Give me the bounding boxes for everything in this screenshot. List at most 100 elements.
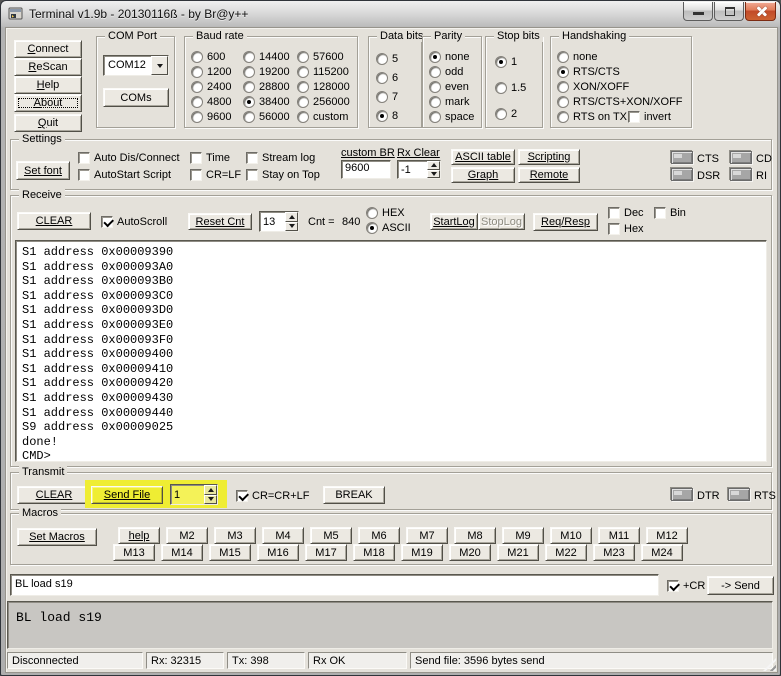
handshake-rts-on-tx-option[interactable]: RTS on TX: [557, 110, 627, 124]
parity-space-option[interactable]: space: [429, 110, 474, 124]
databits-8-option[interactable]: 8: [376, 109, 398, 123]
set-font-button[interactable]: Set font: [16, 161, 70, 180]
macro-button-m11[interactable]: M11: [598, 527, 640, 544]
time-checkbox[interactable]: Time: [190, 151, 230, 165]
parity-even-option[interactable]: even: [429, 80, 469, 94]
macro-button-m5[interactable]: M5: [310, 527, 352, 544]
macro-button-m8[interactable]: M8: [454, 527, 496, 544]
baud-custom-option[interactable]: custom: [297, 110, 348, 124]
send-count-input[interactable]: [171, 485, 204, 504]
connect-button[interactable]: Connect: [14, 40, 82, 58]
spin-down-icon[interactable]: [285, 221, 298, 231]
macro-button-m18[interactable]: M18: [353, 544, 395, 561]
macro-button-m13[interactable]: M13: [113, 544, 155, 561]
macro-button-m17[interactable]: M17: [305, 544, 347, 561]
stopbits-1-option[interactable]: 1: [495, 55, 517, 69]
transmit-clear-button[interactable]: CLEAR: [17, 486, 91, 504]
macro-button-m15[interactable]: M15: [209, 544, 251, 561]
req-resp-button[interactable]: Req/Resp: [533, 213, 598, 231]
command-field[interactable]: [10, 574, 659, 596]
receive-terminal[interactable]: S1 address 0x00009390 S1 address 0x00009…: [15, 240, 767, 462]
restore-button[interactable]: [714, 2, 744, 21]
baud-9600-option[interactable]: 9600: [191, 110, 231, 124]
command-input[interactable]: [11, 575, 658, 593]
macro-button-m6[interactable]: M6: [358, 527, 400, 544]
auto-disconnect-checkbox[interactable]: Auto Dis/Connect: [78, 151, 180, 165]
close-button[interactable]: [745, 2, 776, 21]
send-command-button[interactable]: -> Send: [707, 576, 774, 595]
ascii-mode-option[interactable]: ASCII: [366, 221, 411, 235]
autostart-script-checkbox[interactable]: AutoStart Script: [78, 168, 171, 182]
spin-up-icon[interactable]: [285, 212, 298, 222]
macro-button-m3[interactable]: M3: [214, 527, 256, 544]
remote-button[interactable]: Remote: [518, 167, 580, 183]
parity-odd-option[interactable]: odd: [429, 65, 463, 79]
baud-38400-option[interactable]: 38400: [243, 95, 290, 109]
stoplog-button[interactable]: StopLog: [478, 213, 525, 230]
macro-button-m4[interactable]: M4: [262, 527, 304, 544]
custom-br-input[interactable]: [342, 161, 390, 175]
hex-mode-option[interactable]: HEX: [366, 206, 405, 220]
coms-button[interactable]: COMs: [103, 88, 169, 107]
handshake-rtscts-option[interactable]: RTS/CTS: [557, 65, 620, 79]
handshake-xonxoff-option[interactable]: XON/XOFF: [557, 80, 629, 94]
baud-115200-option[interactable]: 115200: [297, 65, 349, 79]
macro-button-m20[interactable]: M20: [449, 544, 491, 561]
baud-4800-option[interactable]: 4800: [191, 95, 231, 109]
databits-7-option[interactable]: 7: [376, 90, 398, 104]
graph-button[interactable]: Graph: [451, 167, 515, 183]
set-macros-button[interactable]: Set Macros: [17, 528, 97, 546]
cr-lf-checkbox[interactable]: CR=LF: [190, 168, 241, 182]
stay-on-top-checkbox[interactable]: Stay on Top: [246, 168, 320, 182]
macro-button-m19[interactable]: M19: [401, 544, 443, 561]
receive-clear-button[interactable]: CLEAR: [17, 212, 91, 230]
handshake-rtscts-xonxoff-option[interactable]: RTS/CTS+XON/XOFF: [557, 95, 683, 109]
macro-button-m12[interactable]: M12: [646, 527, 688, 544]
chevron-down-icon[interactable]: [151, 56, 168, 75]
stream-log-checkbox[interactable]: Stream log: [246, 151, 315, 165]
spin-down-icon[interactable]: [427, 169, 440, 178]
quit-button[interactable]: Quit: [14, 114, 82, 132]
startlog-button[interactable]: StartLog: [430, 213, 478, 230]
parity-mark-option[interactable]: mark: [429, 95, 469, 109]
rx-clear-label[interactable]: Rx Clear: [397, 147, 440, 159]
baud-128000-option[interactable]: 128000: [297, 80, 350, 94]
rx-clear-input[interactable]: [398, 161, 427, 178]
stopbits-2-option[interactable]: 2: [495, 107, 517, 121]
macro-button-m14[interactable]: M14: [161, 544, 203, 561]
rx-lines-input[interactable]: [260, 212, 285, 231]
reset-cnt-button[interactable]: Reset Cnt: [188, 213, 252, 230]
rescan-button[interactable]: ReScan: [14, 58, 82, 76]
dec-checkbox[interactable]: Dec: [608, 206, 644, 220]
baud-56000-option[interactable]: 56000: [243, 110, 290, 124]
invert-checkbox[interactable]: invert: [628, 110, 671, 124]
macro-button-m1[interactable]: help: [118, 527, 160, 544]
baud-14400-option[interactable]: 14400: [243, 50, 290, 64]
cr-crlf-checkbox[interactable]: CR=CR+LF: [236, 489, 309, 503]
spin-down-icon[interactable]: [204, 494, 217, 504]
scripting-button[interactable]: Scripting: [518, 149, 580, 165]
databits-5-option[interactable]: 5: [376, 52, 398, 66]
baud-600-option[interactable]: 600: [191, 50, 225, 64]
baud-19200-option[interactable]: 19200: [243, 65, 290, 79]
rx-clear-stepper[interactable]: [397, 160, 441, 179]
baud-57600-option[interactable]: 57600: [297, 50, 344, 64]
titlebar[interactable]: Terminal v1.9b - 20130116ß - by Br@y++: [1, 1, 780, 27]
baud-2400-option[interactable]: 2400: [191, 80, 231, 94]
baud-28800-option[interactable]: 28800: [243, 80, 290, 94]
spin-up-icon[interactable]: [427, 161, 440, 170]
macro-button-m22[interactable]: M22: [545, 544, 587, 561]
ascii-table-button[interactable]: ASCII table: [451, 149, 515, 165]
hex-checkbox[interactable]: Hex: [608, 222, 644, 236]
macro-button-m16[interactable]: M16: [257, 544, 299, 561]
handshake-none-option[interactable]: none: [557, 50, 597, 64]
databits-6-option[interactable]: 6: [376, 71, 398, 85]
spin-up-icon[interactable]: [204, 485, 217, 495]
baud-1200-option[interactable]: 1200: [191, 65, 231, 79]
macro-button-m10[interactable]: M10: [550, 527, 592, 544]
macro-button-m24[interactable]: M24: [641, 544, 683, 561]
custom-br-field[interactable]: [341, 160, 391, 179]
macro-button-m21[interactable]: M21: [497, 544, 539, 561]
parity-none-option[interactable]: none: [429, 50, 469, 64]
autoscroll-checkbox[interactable]: AutoScroll: [101, 215, 167, 229]
